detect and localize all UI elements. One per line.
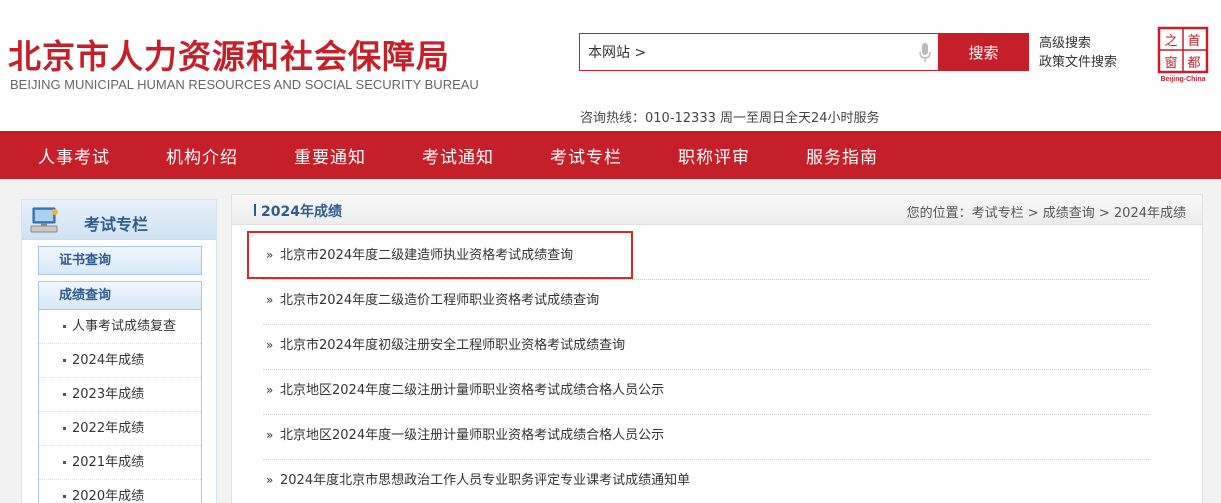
nav-item-about[interactable]: 机构介绍 bbox=[166, 143, 238, 168]
sidebar-item-2024[interactable]: 2024年成绩 bbox=[39, 344, 201, 378]
list-item[interactable]: » 北京市2024年度二级造价工程师职业资格考试成绩查询 bbox=[263, 280, 1149, 325]
double-chevron-icon: » bbox=[266, 293, 274, 307]
computer-icon bbox=[30, 207, 58, 233]
sidebar-sub-list: 人事考试成绩复查 2024年成绩 2023年成绩 2022年成绩 2021年成绩… bbox=[38, 310, 202, 503]
nav-item-exam-column[interactable]: 考试专栏 bbox=[550, 143, 622, 168]
bullet-dot bbox=[63, 495, 66, 498]
svg-text:之: 之 bbox=[1164, 34, 1177, 49]
double-chevron-icon: » bbox=[266, 248, 274, 262]
nav-item-service-guide[interactable]: 服务指南 bbox=[806, 143, 878, 168]
section-title: 2024年成绩 bbox=[261, 204, 342, 220]
svg-text:都: 都 bbox=[1187, 56, 1200, 71]
microphone-icon[interactable] bbox=[918, 42, 932, 64]
search-input[interactable] bbox=[588, 34, 908, 70]
bullet-dot bbox=[63, 325, 66, 328]
search-box bbox=[579, 33, 939, 71]
site-header: 北京市人力资源和社会保障局 BEIJING MUNICIPAL HUMAN RE… bbox=[0, 0, 1221, 131]
bullet-dot bbox=[63, 359, 66, 362]
sidebar-item-2021[interactable]: 2021年成绩 bbox=[39, 446, 201, 480]
results-list: » 北京市2024年度二级建造师执业资格考试成绩查询 » 北京市2024年度二级造价… bbox=[247, 231, 1149, 503]
sidebar-category-scores[interactable]: 成绩查询 bbox=[38, 281, 202, 310]
sidebar-item-2020[interactable]: 2020年成绩 bbox=[39, 480, 201, 503]
site-title-en: BEIJING MUNICIPAL HUMAN RESOURCES AND SO… bbox=[10, 77, 479, 92]
main-panel: 2024年成绩 您的位置：考试专栏 > 成绩查询 > 2024年成绩 » 北京市2… bbox=[231, 194, 1203, 503]
main-nav: 人事考试 机构介绍 重要通知 考试通知 考试专栏 职称评审 服务指南 bbox=[0, 131, 1221, 179]
site-title-cn[interactable]: 北京市人力资源和社会保障局 bbox=[8, 30, 450, 78]
sidebar-item-recheck[interactable]: 人事考试成绩复查 bbox=[39, 310, 201, 344]
sidebar-category-cert[interactable]: 证书查询 bbox=[38, 246, 202, 275]
double-chevron-icon: » bbox=[266, 473, 274, 487]
nav-item-personnel-exam[interactable]: 人事考试 bbox=[38, 143, 110, 168]
bullet-dot bbox=[63, 461, 66, 464]
bullet-dot bbox=[63, 393, 66, 396]
double-chevron-icon: » bbox=[266, 383, 274, 397]
nav-item-exam-notices[interactable]: 考试通知 bbox=[422, 143, 494, 168]
nav-item-title-review[interactable]: 职称评审 bbox=[678, 143, 750, 168]
sidebar-item-2022[interactable]: 2022年成绩 bbox=[39, 412, 201, 446]
capital-window-seal-icon[interactable]: 首 都 之 窗 Beijing-China bbox=[1157, 26, 1209, 84]
section-marker bbox=[254, 204, 256, 216]
sidebar-item-2023[interactable]: 2023年成绩 bbox=[39, 378, 201, 412]
content-area: 考试专栏 证书查询 成绩查询 人事考试成绩复查 2024年成绩 2023年成绩 … bbox=[0, 179, 1221, 503]
double-chevron-icon: » bbox=[266, 338, 274, 352]
sidebar-header: 考试专栏 bbox=[22, 200, 216, 240]
list-item[interactable]: » 2024年度北京市思想政治工作人员专业职务评定专业课考试成绩通知单 bbox=[263, 460, 1149, 503]
hotline-text: 咨询热线：010-12333 周一至周日全天24小时服务 bbox=[580, 111, 880, 126]
list-item[interactable]: » 北京地区2024年度一级注册计量师职业资格考试成绩合格人员公示 bbox=[263, 415, 1149, 460]
policy-search-link[interactable]: 政策文件搜索 bbox=[1039, 53, 1117, 72]
nav-item-important-notices[interactable]: 重要通知 bbox=[294, 143, 366, 168]
double-chevron-icon: » bbox=[266, 428, 274, 442]
sidebar: 考试专栏 证书查询 成绩查询 人事考试成绩复查 2024年成绩 2023年成绩 … bbox=[21, 199, 217, 503]
search-links: 高级搜索 政策文件搜索 bbox=[1039, 34, 1117, 72]
main-panel-header: 2024年成绩 您的位置：考试专栏 > 成绩查询 > 2024年成绩 bbox=[232, 195, 1202, 225]
sidebar-title: 考试专栏 bbox=[84, 215, 149, 234]
breadcrumb[interactable]: 您的位置：考试专栏 > 成绩查询 > 2024年成绩 bbox=[907, 202, 1186, 221]
svg-text:窗: 窗 bbox=[1164, 55, 1177, 71]
svg-text:首: 首 bbox=[1187, 34, 1200, 49]
list-item[interactable]: » 北京市2024年度初级注册安全工程师职业资格考试成绩查询 bbox=[263, 325, 1149, 370]
advanced-search-link[interactable]: 高级搜索 bbox=[1039, 34, 1117, 53]
list-item[interactable]: » 北京市2024年度二级建造师执业资格考试成绩查询 bbox=[263, 235, 1149, 280]
list-item[interactable]: » 北京地区2024年度二级注册计量师职业资格考试成绩合格人员公示 bbox=[263, 370, 1149, 415]
bullet-dot bbox=[63, 427, 66, 430]
search-button[interactable]: 搜索 bbox=[938, 33, 1029, 71]
svg-text:Beijing-China: Beijing-China bbox=[1160, 76, 1205, 83]
